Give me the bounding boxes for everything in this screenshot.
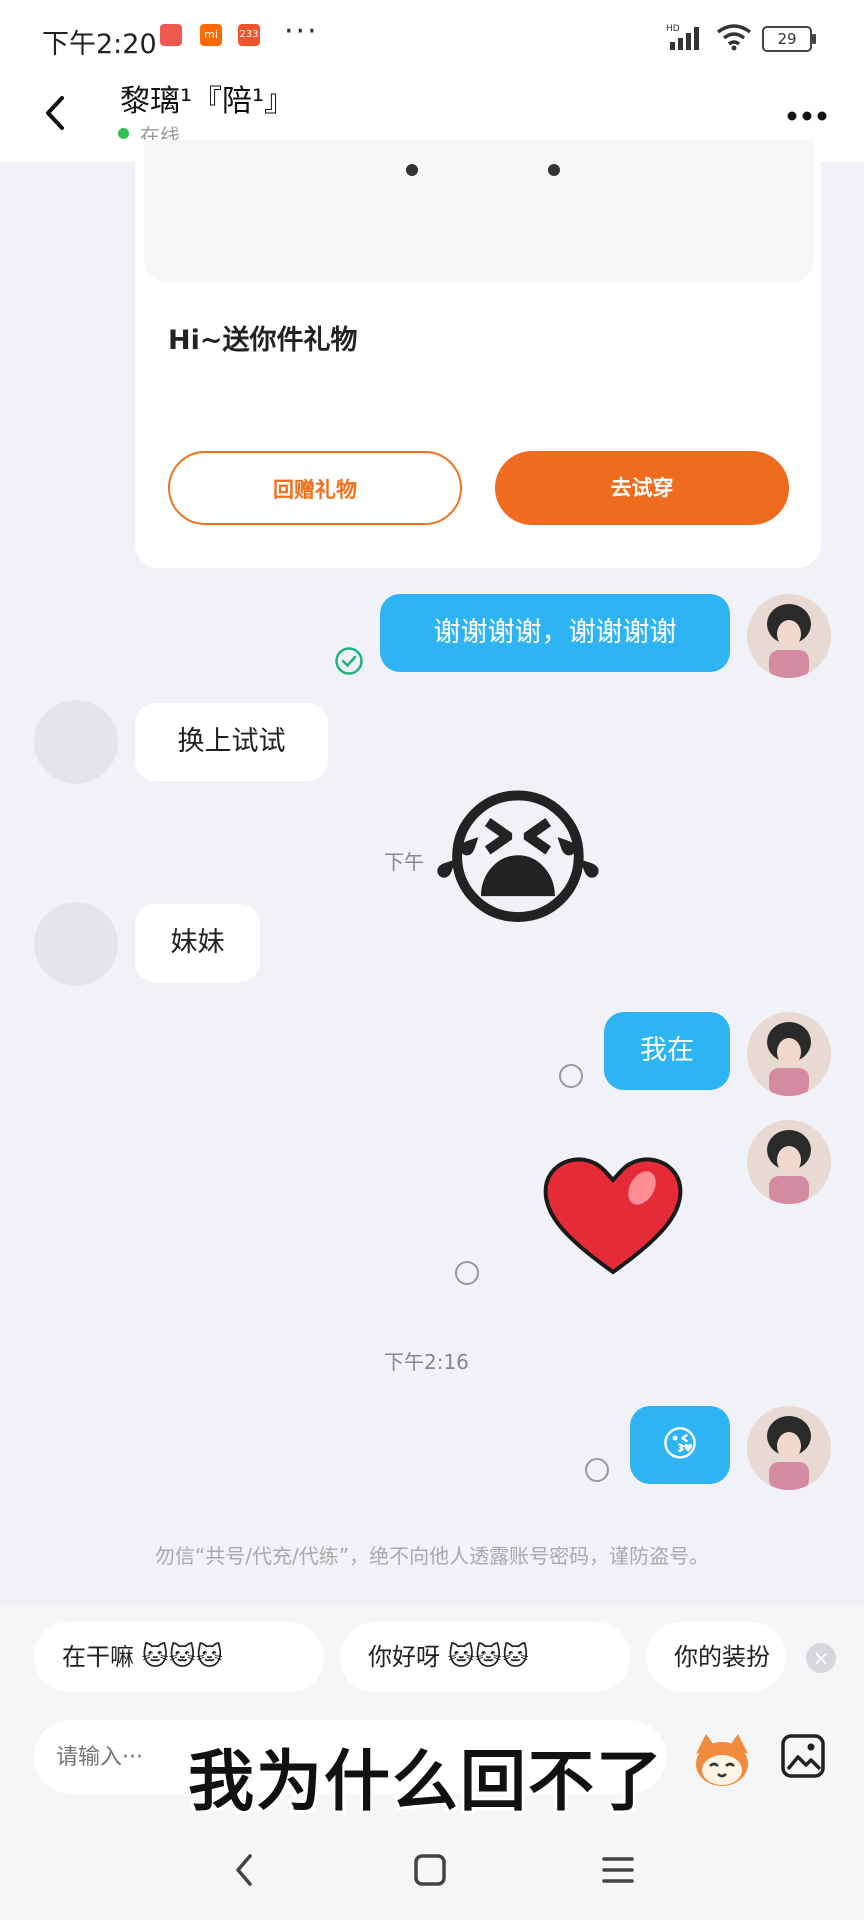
- nav-recents-icon[interactable]: [600, 1852, 636, 1888]
- signal-icon: HD: [666, 24, 699, 50]
- unread-status-icon: [585, 1458, 609, 1482]
- online-dot-icon: [118, 128, 129, 139]
- read-check-icon: [335, 647, 363, 675]
- time-label: 下午: [384, 850, 424, 874]
- my-avatar[interactable]: [747, 1406, 831, 1490]
- app-233-icon: 233: [238, 24, 260, 46]
- gift-image: [144, 140, 814, 282]
- crying-face-icon: 😭: [430, 773, 606, 947]
- status-more-icon: ···: [284, 14, 319, 49]
- gift-image-dot: [406, 164, 418, 176]
- time-label: 下午2:16: [384, 1350, 469, 1374]
- image-icon[interactable]: [780, 1733, 826, 1779]
- sticker-panel-icon[interactable]: [690, 1728, 754, 1792]
- avatar-photo: [747, 1120, 831, 1204]
- message-bubble-outgoing[interactable]: 😘: [630, 1406, 730, 1484]
- quick-reply-chip[interactable]: 你的装扮: [646, 1622, 786, 1692]
- quick-reply-chip[interactable]: 在干嘛 🐱🐱🐱: [34, 1622, 324, 1692]
- my-avatar[interactable]: [747, 594, 831, 678]
- contact-avatar[interactable]: [34, 700, 118, 784]
- quick-reply-text: 在干嘛: [62, 1643, 134, 1671]
- my-avatar[interactable]: [747, 1012, 831, 1096]
- contact-avatar[interactable]: [34, 902, 118, 986]
- message-bubble-incoming[interactable]: 换上试试: [135, 703, 328, 781]
- quick-reply-text: 你好呀: [368, 1643, 440, 1671]
- more-options-button[interactable]: [782, 96, 832, 136]
- battery-tip: [812, 34, 816, 44]
- gift-card-text: Hi~送你件礼物: [168, 325, 358, 356]
- nav-back-icon[interactable]: [228, 1850, 262, 1890]
- status-time: 下午2:20: [42, 29, 157, 60]
- unread-status-icon: [559, 1064, 583, 1088]
- quick-reply-chip[interactable]: 你好呀 🐱🐱🐱: [340, 1622, 630, 1692]
- try-on-button[interactable]: 去试穿: [495, 451, 789, 525]
- avatar-photo: [747, 1406, 831, 1490]
- close-icon[interactable]: ×: [806, 1643, 836, 1673]
- hd-label: HD: [666, 24, 680, 34]
- shop-icon: [160, 24, 182, 46]
- contact-name[interactable]: 黎璃¹『陪¹』: [120, 76, 294, 120]
- gift-image-dot: [548, 164, 560, 176]
- message-bubble-incoming[interactable]: 妹妹: [135, 904, 260, 982]
- message-bubble-outgoing[interactable]: 我在: [604, 1012, 730, 1090]
- video-caption: 我为什么回不了: [188, 1743, 664, 1820]
- sticker-icon: 🐱🐱🐱: [141, 1642, 223, 1672]
- battery-icon: 29: [762, 26, 812, 52]
- wifi-icon: [716, 24, 752, 51]
- nav-home-icon[interactable]: [412, 1852, 448, 1888]
- heart-icon[interactable]: [538, 1148, 688, 1278]
- return-gift-button[interactable]: 回赠礼物: [168, 451, 462, 525]
- mi-icon: mi: [200, 24, 222, 46]
- my-avatar[interactable]: [747, 1120, 831, 1204]
- security-notice: 勿信“共号/代充/代练”，绝不向他人透露账号密码，谨防盗号。: [154, 1544, 710, 1568]
- message-bubble-outgoing[interactable]: 谢谢谢谢，谢谢谢谢: [380, 594, 730, 672]
- unread-status-icon: [455, 1261, 479, 1285]
- quick-reply-text: 你的装扮: [674, 1643, 770, 1671]
- avatar-photo: [747, 1012, 831, 1096]
- sticker-icon: 🐱🐱🐱: [447, 1642, 529, 1672]
- back-button[interactable]: [36, 88, 76, 138]
- avatar-photo: [747, 594, 831, 678]
